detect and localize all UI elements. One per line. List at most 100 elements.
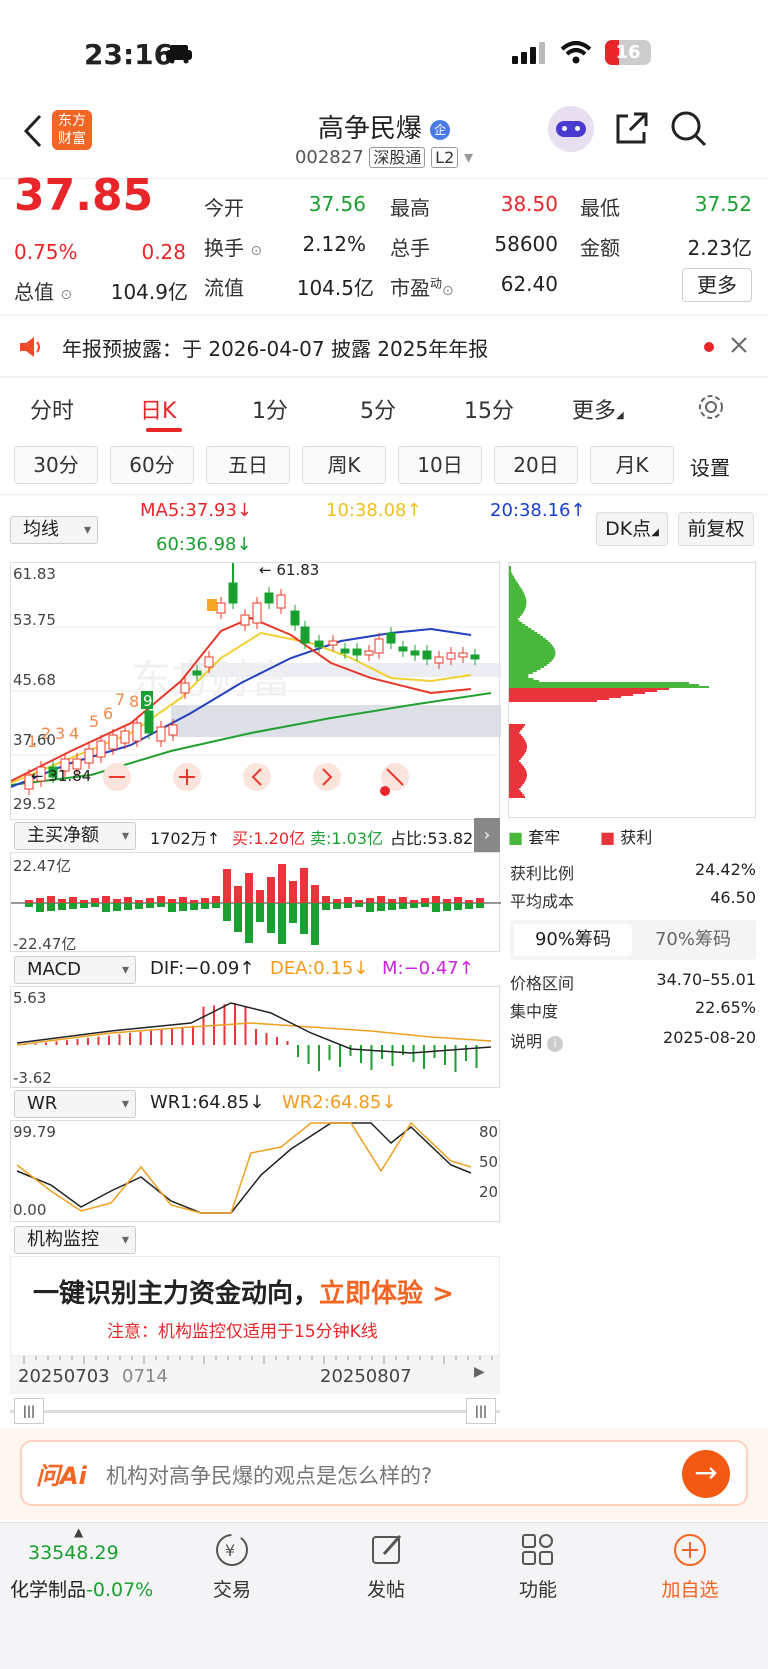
period-week[interactable]: 周K [302,446,386,484]
flow-bar-sell [157,903,165,907]
candle [207,599,217,611]
period-10day[interactable]: 10日 [398,446,482,484]
index-name[interactable]: 化学制品-0.07% [10,1575,153,1602]
period-month[interactable]: 月K [590,446,674,484]
info-circle-icon: ⊙ [250,243,263,259]
slider-right-handle-icon[interactable]: ||| [466,1398,496,1424]
close-icon[interactable] [730,336,748,354]
flow-bar-buy [267,877,275,903]
price-range-label: 价格区间 [510,974,575,993]
tab-5min[interactable]: 5分 [360,393,396,425]
candle [84,748,94,764]
tab-function[interactable]: 功能 [498,1575,578,1602]
post-icon[interactable] [370,1532,406,1568]
ma-selector[interactable]: 均线 [10,516,98,544]
chip-svg [509,566,709,798]
flow-bar-buy [234,886,242,903]
more-button[interactable]: 更多 [682,268,752,302]
candle [398,646,408,652]
tab-chip-70[interactable]: 70%筹码 [634,924,752,956]
change-pct: 0.75% [14,240,78,264]
period-settings[interactable]: 设置 [690,452,730,481]
svg-text:6: 6 [103,704,113,723]
flow-bar-buy [388,899,396,903]
tab-daily-k[interactable]: 日K [140,393,176,425]
inst-selector[interactable]: 机构监控 [14,1226,136,1254]
flow-bar-sell [322,903,330,910]
period-60min[interactable]: 60分 [110,446,194,484]
flow-bar-sell [47,903,55,911]
share-icon[interactable] [614,110,650,146]
stock-name: 高争民爆 企 [0,108,768,145]
slider-left-handle-icon[interactable]: ||| [14,1398,44,1424]
candle [96,740,106,758]
period-20day[interactable]: 20日 [494,446,578,484]
flow-bar-buy [322,896,330,903]
flow-total: 1702万↑ [150,829,221,848]
flow-bar-buy [256,890,264,903]
tab-1min[interactable]: 1分 [252,393,288,425]
tab-intraday[interactable]: 分时 [30,393,74,425]
robot-avatar-icon[interactable] [548,106,594,152]
flow-bar-sell [355,903,363,907]
ma60-value: 60:36.98↓ [156,534,252,555]
function-grid-icon[interactable] [520,1532,556,1568]
candle [422,650,432,660]
tab-more[interactable]: 更多◢ [572,393,624,425]
last-price: 37.85 [14,170,154,221]
wr-selector[interactable]: WR [14,1090,136,1118]
ai-placeholder: 机构对高争民爆的观点是怎么样的? [106,1464,433,1488]
stock-header: 东方 财富 高争民爆 企 002827 深股通 L2 ▾ [0,100,768,178]
dif-line [16,1002,492,1054]
adjust-button[interactable]: 前复权 [678,512,754,546]
unread-dot [704,342,714,352]
ai-input[interactable]: 问Ai 机构对高争民爆的观点是怎么样的? → [20,1440,748,1506]
svg-text:5: 5 [89,712,99,731]
candle [168,724,178,736]
candle [180,682,190,694]
dk-point-button[interactable]: DK点◢ [596,512,668,546]
stock-code-row[interactable]: 002827 深股通 L2 ▾ [0,144,768,168]
flow-bar-buy [102,896,110,903]
flow-bar-buy [300,868,308,903]
period-30min[interactable]: 30分 [14,446,98,484]
candle [314,640,324,648]
send-arrow-icon[interactable]: → [682,1450,730,1498]
flow-bar-sell [267,903,275,933]
timeline-play-icon[interactable]: ▶ [474,1364,485,1380]
search-icon[interactable] [670,110,708,148]
tab-chip-90[interactable]: 90%筹码 [514,924,632,956]
expand-arrow-icon[interactable]: › [474,818,500,852]
flow-bar-buy [432,896,440,903]
notice-bar[interactable]: 年报预披露：于 2026-04-07 披露 2025年年报 [0,316,768,376]
trade-icon[interactable]: ¥ [214,1532,250,1568]
inst-promo[interactable]: 一键识别主力资金动向，立即体验 > 注意：机构监控仅适用于15分钟K线 [10,1256,500,1356]
tab-trade[interactable]: 交易 [192,1575,272,1602]
timeline[interactable]: 20250703 0714 20250807 ▶ [10,1356,500,1394]
flow-bar-sell [190,903,198,910]
wr-80: 80 [479,1123,499,1141]
avg-cost-label: 平均成本 [510,892,575,911]
tab-add-watchlist[interactable]: 加自选 [650,1575,730,1602]
concentration-label: 集中度 [510,1002,559,1021]
macd-dea: DEA:0.15↓ [270,958,369,979]
svg-text:8: 8 [129,692,139,711]
flow-bar-sell [36,903,44,912]
ma5-value: MA5:37.93↓ [140,500,252,521]
macd-dif: DIF:−0.09↑ [150,958,255,979]
flow-bar-sell [25,903,33,907]
k-tick-2: 45.68 [13,671,56,689]
timeline-slider[interactable]: ||| ||| [10,1398,500,1424]
period-5day[interactable]: 五日 [206,446,290,484]
gear-icon[interactable] [696,392,726,422]
kline-chart[interactable]: 东方财富 ← 61.83 ← 31.84 12345678 9 61.83 53… [10,561,501,820]
index-value[interactable]: 33548.29 [28,1542,119,1564]
note-label[interactable]: 说明 i [510,1028,564,1052]
tab-15min[interactable]: 15分 [464,393,514,425]
macd-selector[interactable]: MACD [14,956,136,984]
tab-post[interactable]: 发帖 [346,1575,426,1602]
add-watchlist-icon[interactable] [672,1532,708,1568]
flow-chart: 22.47亿 -22.47亿 [10,852,501,953]
flow-selector[interactable]: 主买净额 [14,822,136,850]
candle [340,648,350,654]
